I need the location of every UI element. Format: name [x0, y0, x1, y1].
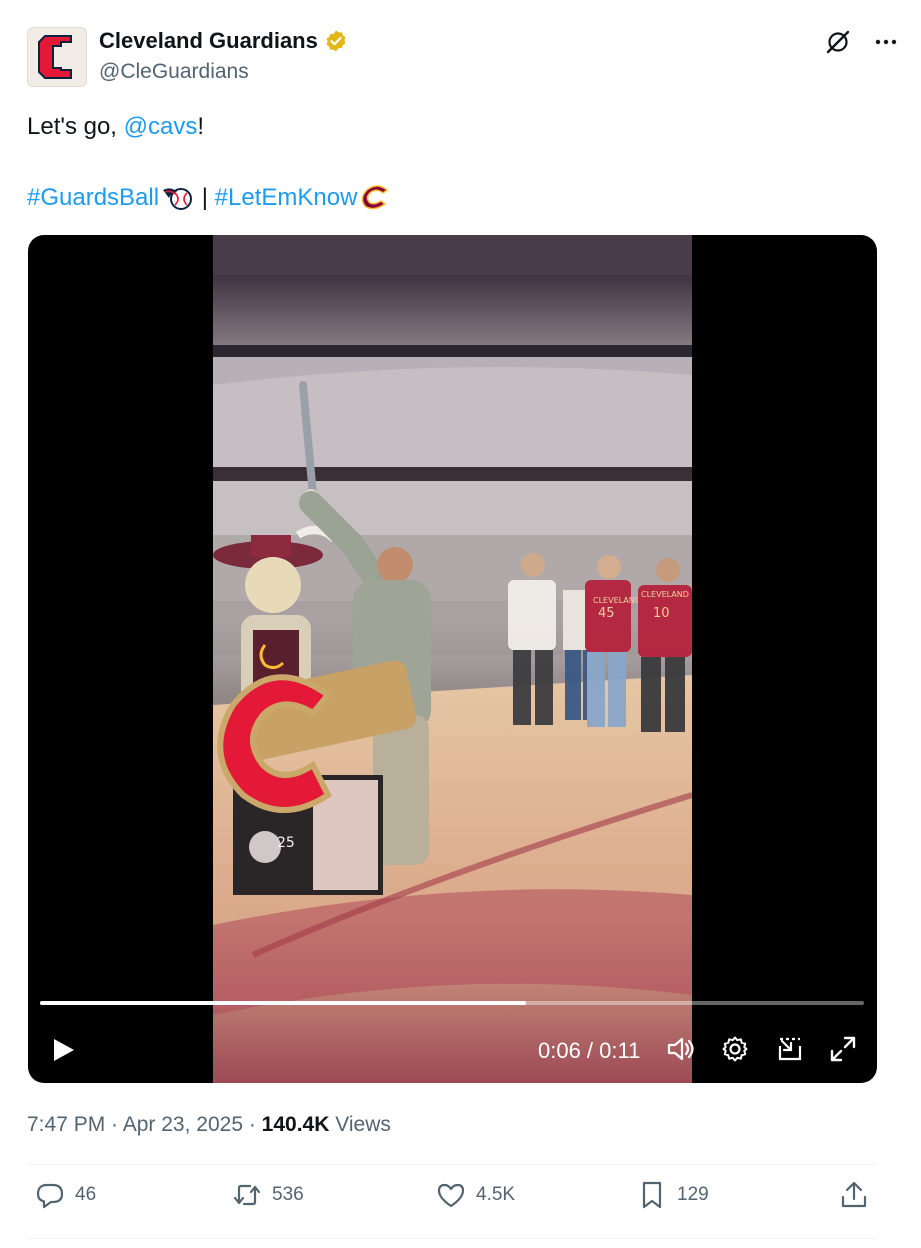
meta-dot-1: ·	[105, 1113, 123, 1136]
bookmark-button[interactable]: 129	[637, 1180, 709, 1210]
views-count: 140.4K	[261, 1113, 330, 1136]
jersey1-name: CLEVELAND	[593, 596, 641, 605]
video-progress-fill	[40, 1001, 527, 1005]
avatar[interactable]	[27, 27, 87, 87]
mention-link[interactable]: @cavs	[124, 113, 198, 140]
tweet-text-suffix: !	[197, 113, 205, 140]
hashtag-line: #GuardsBall | #LetEmKnow	[27, 184, 391, 212]
jersey1-number: 45	[598, 606, 615, 621]
meta-dot-2: ·	[243, 1113, 262, 1136]
header-actions	[823, 27, 901, 57]
video-scene: CLEVELAND 45 CLEVELAND 10 25	[213, 235, 692, 1083]
tweet-text: Let's go, @cavs!	[27, 113, 204, 141]
hashtag-guardsball[interactable]: #GuardsBall	[27, 184, 159, 212]
share-icon	[841, 1181, 867, 1208]
fullscreen-button[interactable]	[827, 1033, 859, 1065]
reply-icon	[36, 1183, 64, 1209]
bookmark-count: 129	[677, 1184, 709, 1205]
verified-badge-icon	[326, 30, 346, 52]
settings-icon	[722, 1036, 748, 1062]
tweet-date[interactable]: Apr 23, 2025	[123, 1113, 243, 1136]
tweet-meta: 7:47 PM · Apr 23, 2025 · 140.4K Views	[27, 1113, 391, 1137]
play-icon	[54, 1039, 74, 1061]
settings-button[interactable]	[719, 1033, 751, 1065]
jersey2-number: 10	[653, 606, 670, 621]
display-name-text[interactable]: Cleveland Guardians	[99, 28, 318, 54]
video-player[interactable]: CLEVELAND 45 CLEVELAND 10 25 0:06 / 0:11	[28, 235, 877, 1083]
cavs-c-hashflag-icon	[362, 185, 389, 210]
jersey2-name: CLEVELAND	[641, 590, 689, 599]
divider-bottom	[27, 1238, 877, 1239]
podium-badge: 25	[277, 835, 295, 851]
video-progress-bar[interactable]	[40, 1001, 864, 1005]
guardians-hashflag-icon	[163, 188, 193, 210]
video-frame[interactable]: CLEVELAND 45 CLEVELAND 10 25	[213, 235, 692, 1083]
play-button[interactable]	[46, 1033, 80, 1067]
share-button[interactable]	[839, 1180, 869, 1210]
fullscreen-icon	[830, 1036, 856, 1062]
reply-count: 46	[75, 1184, 97, 1205]
video-time: 0:06 / 0:11	[538, 1038, 641, 1063]
volume-button[interactable]	[664, 1033, 696, 1065]
views-label: Views	[329, 1113, 391, 1136]
more-icon[interactable]	[871, 27, 901, 57]
hashtag-separator: |	[195, 184, 215, 211]
pip-button[interactable]	[774, 1033, 806, 1065]
repost-icon	[233, 1184, 261, 1206]
like-count: 4.5K	[476, 1184, 516, 1205]
handle[interactable]: @CleGuardians	[99, 60, 249, 84]
repost-button[interactable]: 536	[232, 1180, 304, 1210]
action-bar: 46 536 4.5K 129	[27, 1180, 877, 1222]
like-icon	[437, 1183, 465, 1208]
repost-count: 536	[272, 1184, 304, 1205]
display-name[interactable]: Cleveland Guardians	[99, 28, 348, 54]
divider-top	[27, 1164, 877, 1165]
like-button[interactable]: 4.5K	[436, 1180, 515, 1210]
tweet-text-prefix: Let's go,	[27, 113, 124, 140]
hashtag-letemknow[interactable]: #LetEmKnow	[215, 184, 358, 212]
grok-icon[interactable]	[823, 27, 853, 57]
bookmark-icon	[642, 1181, 662, 1209]
volume-icon	[667, 1037, 694, 1061]
pip-icon	[778, 1037, 802, 1061]
tweet-time[interactable]: 7:47 PM	[27, 1113, 105, 1136]
reply-button[interactable]: 46	[35, 1180, 96, 1210]
